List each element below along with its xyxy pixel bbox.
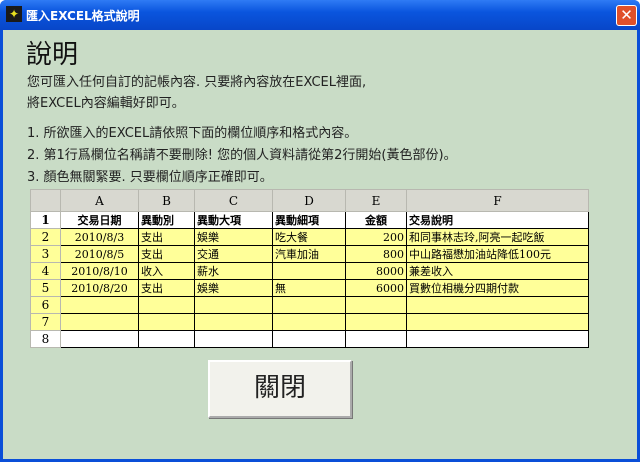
row-number: 6 bbox=[30, 296, 61, 314]
close-button[interactable]: 關閉 bbox=[208, 360, 352, 418]
cell-subcategory: 無 bbox=[272, 279, 346, 297]
row-number: 5 bbox=[30, 279, 61, 297]
cell-description: 和同事林志玲,阿亮一起吃飯 bbox=[406, 228, 589, 246]
cell-subcategory: 汽車加油 bbox=[272, 245, 346, 263]
cell-description: 中山路福懋加油站降低100元 bbox=[406, 245, 589, 263]
empty-cell bbox=[60, 313, 139, 331]
cell-date: 2010/8/3 bbox=[60, 228, 139, 246]
cell-category: 娛樂 bbox=[194, 279, 273, 297]
cell-amount: 6000 bbox=[345, 279, 407, 297]
step-3: 3. 顏色無關緊要. 只要欄位順序正確即可。 bbox=[27, 170, 273, 185]
table-row: 4 2010/8/10 收入 薪水 8000 兼差收入 bbox=[30, 262, 589, 280]
empty-cell bbox=[60, 296, 139, 314]
empty-row: 8 bbox=[30, 330, 589, 348]
cell-amount: 8000 bbox=[345, 262, 407, 280]
empty-cell bbox=[272, 330, 346, 348]
empty-cell bbox=[194, 330, 273, 348]
cell-date: 2010/8/20 bbox=[60, 279, 139, 297]
table-row: 5 2010/8/20 支出 娛樂 無 6000 買數位相機分四期付款 bbox=[30, 279, 589, 297]
empty-cell bbox=[194, 296, 273, 314]
cell-category: 薪水 bbox=[194, 262, 273, 280]
cell-type: 支出 bbox=[138, 228, 195, 246]
cell-amount: 200 bbox=[345, 228, 407, 246]
cell-description: 買數位相機分四期付款 bbox=[406, 279, 589, 297]
column-header: D bbox=[272, 189, 346, 212]
empty-row: 7 bbox=[30, 313, 589, 331]
empty-row: 6 bbox=[30, 296, 589, 314]
table-row: 3 2010/8/5 支出 交通 汽車加油 800 中山路福懋加油站降低100元 bbox=[30, 245, 589, 263]
header-cell: 異動大項 bbox=[194, 211, 273, 229]
header-cell: 交易說明 bbox=[406, 211, 589, 229]
empty-cell bbox=[345, 313, 407, 331]
empty-cell bbox=[406, 330, 589, 348]
table-row: 2 2010/8/3 支出 娛樂 吃大餐 200 和同事林志玲,阿亮一起吃飯 bbox=[30, 228, 589, 246]
header-cell: 交易日期 bbox=[60, 211, 139, 229]
column-header: F bbox=[406, 189, 589, 212]
field-name-row: 1 交易日期 異動別 異動大項 異動細項 金額 交易說明 bbox=[30, 211, 589, 229]
header-cell: 異動別 bbox=[138, 211, 195, 229]
empty-cell bbox=[138, 313, 195, 331]
cell-date: 2010/8/5 bbox=[60, 245, 139, 263]
column-header-row: A B C D E F bbox=[30, 189, 589, 212]
window-close-button[interactable]: ✕ bbox=[616, 5, 637, 26]
step-2: 2. 第1行爲欄位名稱請不要刪除! 您的個人資料請從第2行開始(黃色部份)。 bbox=[27, 148, 457, 163]
row-number: 4 bbox=[30, 262, 61, 280]
cell-description: 兼差收入 bbox=[406, 262, 589, 280]
excel-sample-sheet: A B C D E F 1 交易日期 異動別 異動大項 異動細項 金額 交易說明… bbox=[30, 189, 589, 348]
column-header: E bbox=[345, 189, 407, 212]
column-header: B bbox=[138, 189, 195, 212]
cell-type: 收入 bbox=[138, 262, 195, 280]
empty-cell bbox=[345, 296, 407, 314]
empty-cell bbox=[345, 330, 407, 348]
app-icon: ✦ bbox=[6, 6, 22, 22]
cell-date: 2010/8/10 bbox=[60, 262, 139, 280]
heading: 說明 bbox=[26, 40, 79, 70]
step-1: 1. 所欲匯入的EXCEL請依照下面的欄位順序和格式內容。 bbox=[27, 126, 358, 141]
window-title: 匯入EXCEL格式說明 bbox=[26, 9, 140, 23]
column-header: C bbox=[194, 189, 273, 212]
empty-cell bbox=[194, 313, 273, 331]
header-cell: 異動細項 bbox=[272, 211, 346, 229]
empty-cell bbox=[406, 296, 589, 314]
cell-type: 支出 bbox=[138, 279, 195, 297]
row-number: 3 bbox=[30, 245, 61, 263]
row-number: 1 bbox=[30, 211, 61, 229]
row-number: 7 bbox=[30, 313, 61, 331]
row-number: 8 bbox=[30, 330, 61, 348]
dialog-window: ✦ 匯入EXCEL格式說明 ✕ 說明 您可匯入任何自訂的記帳內容. 只要將內容放… bbox=[0, 0, 640, 462]
empty-cell bbox=[60, 330, 139, 348]
corner-cell bbox=[30, 189, 61, 212]
title-bar[interactable]: ✦ 匯入EXCEL格式說明 ✕ bbox=[0, 0, 640, 30]
cell-subcategory bbox=[272, 262, 346, 280]
cell-type: 支出 bbox=[138, 245, 195, 263]
cell-subcategory: 吃大餐 bbox=[272, 228, 346, 246]
empty-cell bbox=[138, 330, 195, 348]
intro-line-1: 您可匯入任何自訂的記帳內容. 只要將內容放在EXCEL裡面, bbox=[27, 75, 367, 90]
intro-line-2: 將EXCEL內容編輯好即可。 bbox=[27, 96, 185, 111]
cell-category: 娛樂 bbox=[194, 228, 273, 246]
header-cell: 金額 bbox=[345, 211, 407, 229]
empty-cell bbox=[272, 296, 346, 314]
cell-category: 交通 bbox=[194, 245, 273, 263]
cell-amount: 800 bbox=[345, 245, 407, 263]
empty-cell bbox=[138, 296, 195, 314]
row-number: 2 bbox=[30, 228, 61, 246]
empty-cell bbox=[406, 313, 589, 331]
column-header: A bbox=[60, 189, 139, 212]
empty-cell bbox=[272, 313, 346, 331]
